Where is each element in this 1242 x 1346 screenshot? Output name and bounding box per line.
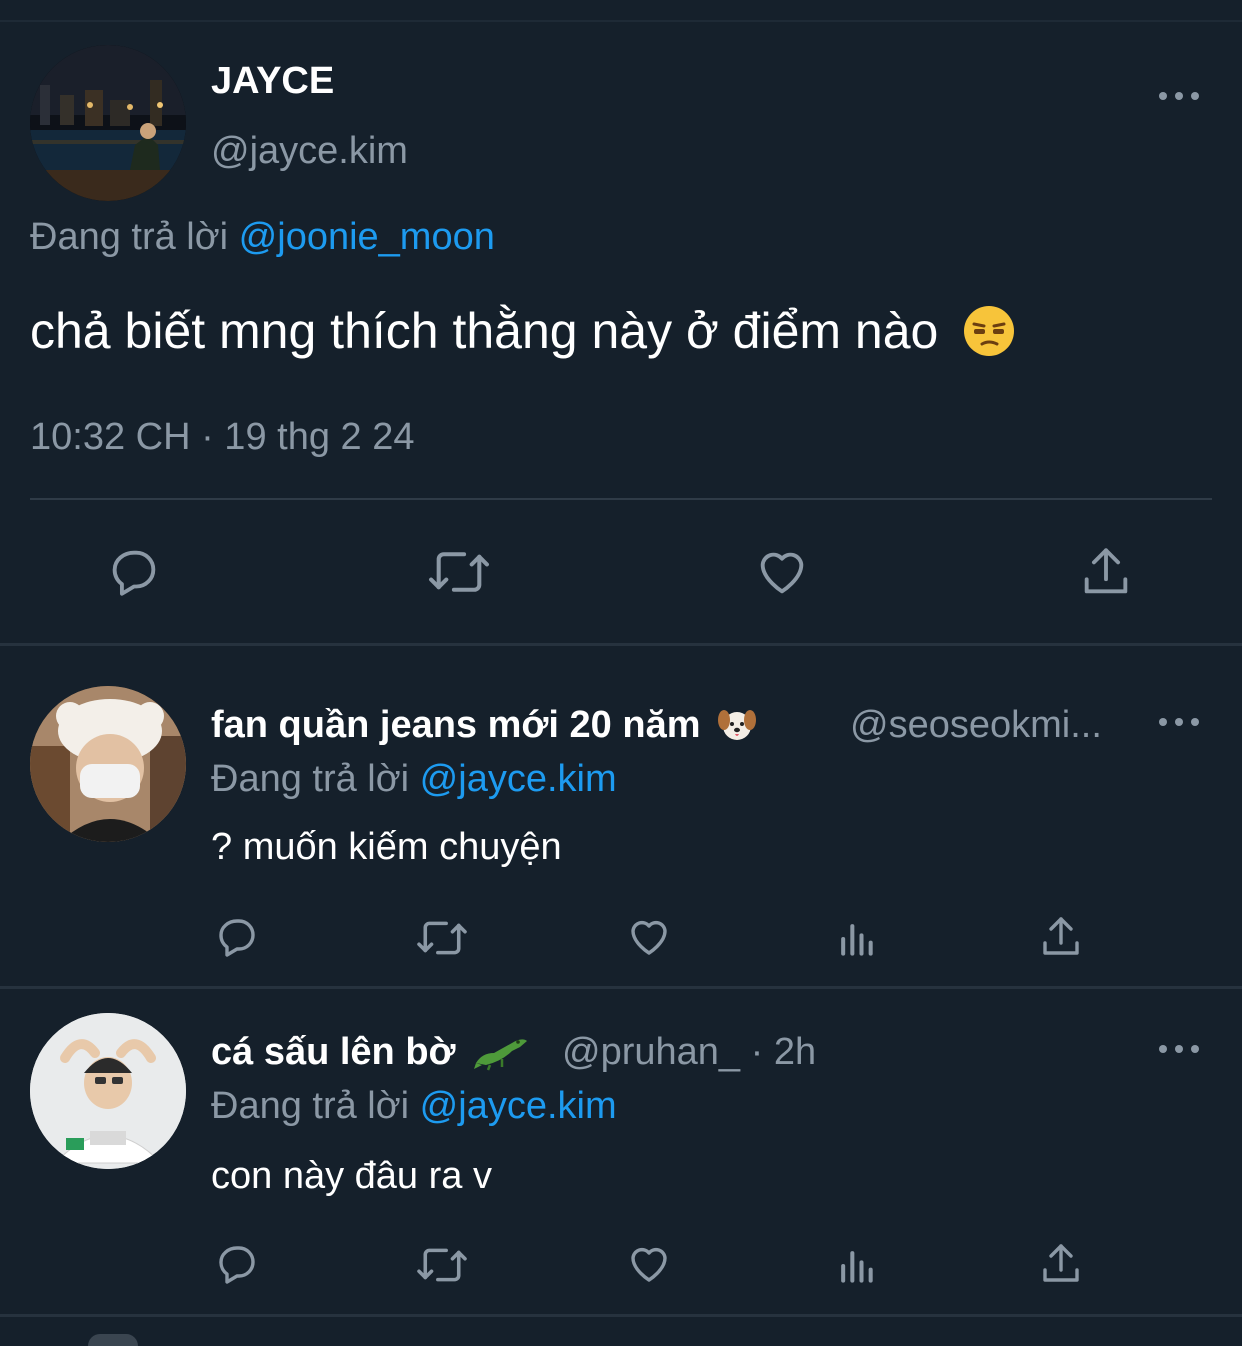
avatar[interactable] bbox=[30, 1013, 186, 1169]
user-handle[interactable]: @seoseokmi... bbox=[850, 704, 1102, 747]
user-handle-text: @pruhan_ bbox=[562, 1031, 741, 1073]
mention-link[interactable]: @joonie_moon bbox=[239, 216, 495, 258]
share-icon[interactable] bbox=[1076, 542, 1136, 602]
retweet-icon[interactable] bbox=[414, 1241, 470, 1289]
more-options-icon[interactable] bbox=[1159, 86, 1199, 106]
avatar-photo bbox=[30, 45, 186, 201]
tweet-text: ? muốn kiếm chuyện bbox=[211, 826, 562, 868]
display-name-text: fan quần jeans mới 20 năm bbox=[211, 704, 701, 746]
replying-to: Đang trả lời @jayce.kim bbox=[211, 1085, 617, 1128]
tweet-body: chả biết mng thích thằng này ở điểm nào bbox=[30, 303, 939, 359]
views-icon[interactable] bbox=[832, 1243, 880, 1289]
tweet-text: con này đâu ra v bbox=[211, 1155, 492, 1197]
next-avatar-edge bbox=[88, 1334, 138, 1346]
share-icon[interactable] bbox=[1036, 1239, 1086, 1289]
retweet-icon[interactable] bbox=[426, 542, 492, 602]
reply-prefix: Đang trả lời bbox=[211, 758, 410, 800]
reply-icon[interactable] bbox=[212, 1239, 262, 1289]
avatar[interactable] bbox=[30, 686, 186, 842]
more-options-icon[interactable] bbox=[1159, 1039, 1199, 1059]
avatar-photo bbox=[30, 1013, 186, 1169]
avatar-photo bbox=[30, 686, 186, 842]
tweet-text: chả biết mng thích thằng này ở điểm nào bbox=[30, 302, 1016, 360]
display-name-text: cá sấu lên bờ bbox=[211, 1031, 456, 1073]
avatar[interactable] bbox=[30, 45, 186, 201]
tweet-timestamp[interactable]: 10:32 CH · 19 thg 2 24 bbox=[30, 416, 414, 459]
like-icon[interactable] bbox=[624, 1239, 674, 1289]
reply-tweet[interactable]: cá sấu lên bờ @pruhan_ · 2h Đang trả lời… bbox=[0, 989, 1242, 1314]
action-bar-divider bbox=[30, 498, 1212, 500]
post-time[interactable]: · 2h bbox=[751, 1031, 816, 1073]
like-icon[interactable] bbox=[752, 542, 812, 602]
reply-prefix: Đang trả lời bbox=[211, 1085, 410, 1127]
display-name[interactable]: fan quần jeans mới 20 năm bbox=[211, 704, 757, 747]
replying-to: Đang trả lời @jayce.kim bbox=[211, 758, 617, 801]
display-name[interactable]: JAYCE bbox=[211, 60, 334, 103]
unamused-face-icon bbox=[964, 305, 1015, 356]
like-icon[interactable] bbox=[624, 912, 674, 962]
reply-icon[interactable] bbox=[212, 912, 262, 962]
replying-to: Đang trả lời @joonie_moon bbox=[30, 216, 495, 259]
mention-link[interactable]: @jayce.kim bbox=[420, 1085, 617, 1127]
dog-face-icon bbox=[718, 709, 757, 740]
main-tweet: JAYCE @jayce.kim Đang trả lời @joonie_mo… bbox=[0, 22, 1242, 644]
reply-icon[interactable] bbox=[104, 542, 164, 602]
reply-prefix: Đang trả lời bbox=[30, 216, 229, 258]
reply-tweet[interactable]: fan quần jeans mới 20 năm @seoseokmi... … bbox=[0, 646, 1242, 986]
retweet-icon[interactable] bbox=[414, 914, 470, 962]
user-handle[interactable]: @jayce.kim bbox=[211, 130, 408, 173]
share-icon[interactable] bbox=[1036, 912, 1086, 962]
more-options-icon[interactable] bbox=[1159, 712, 1199, 732]
user-handle[interactable]: @pruhan_ · 2h bbox=[562, 1031, 816, 1074]
crocodile-icon bbox=[474, 1039, 528, 1071]
tweet-separator bbox=[0, 1314, 1242, 1317]
views-icon[interactable] bbox=[832, 916, 880, 962]
mention-link[interactable]: @jayce.kim bbox=[420, 758, 617, 800]
display-name[interactable]: cá sấu lên bờ bbox=[211, 1031, 530, 1074]
